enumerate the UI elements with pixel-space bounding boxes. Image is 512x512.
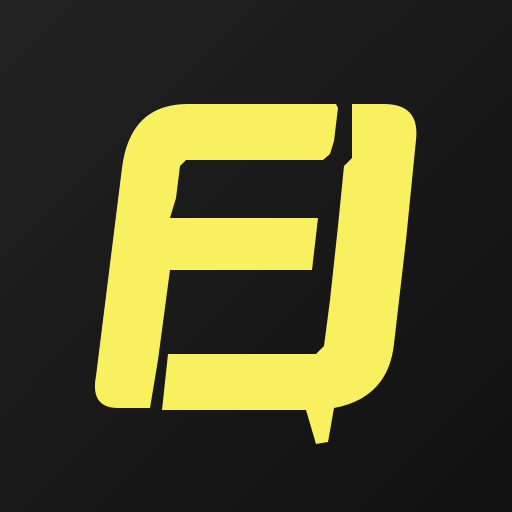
app-icon — [0, 0, 512, 512]
fe-monogram-logo — [94, 104, 417, 444]
logo-mark — [94, 104, 417, 444]
